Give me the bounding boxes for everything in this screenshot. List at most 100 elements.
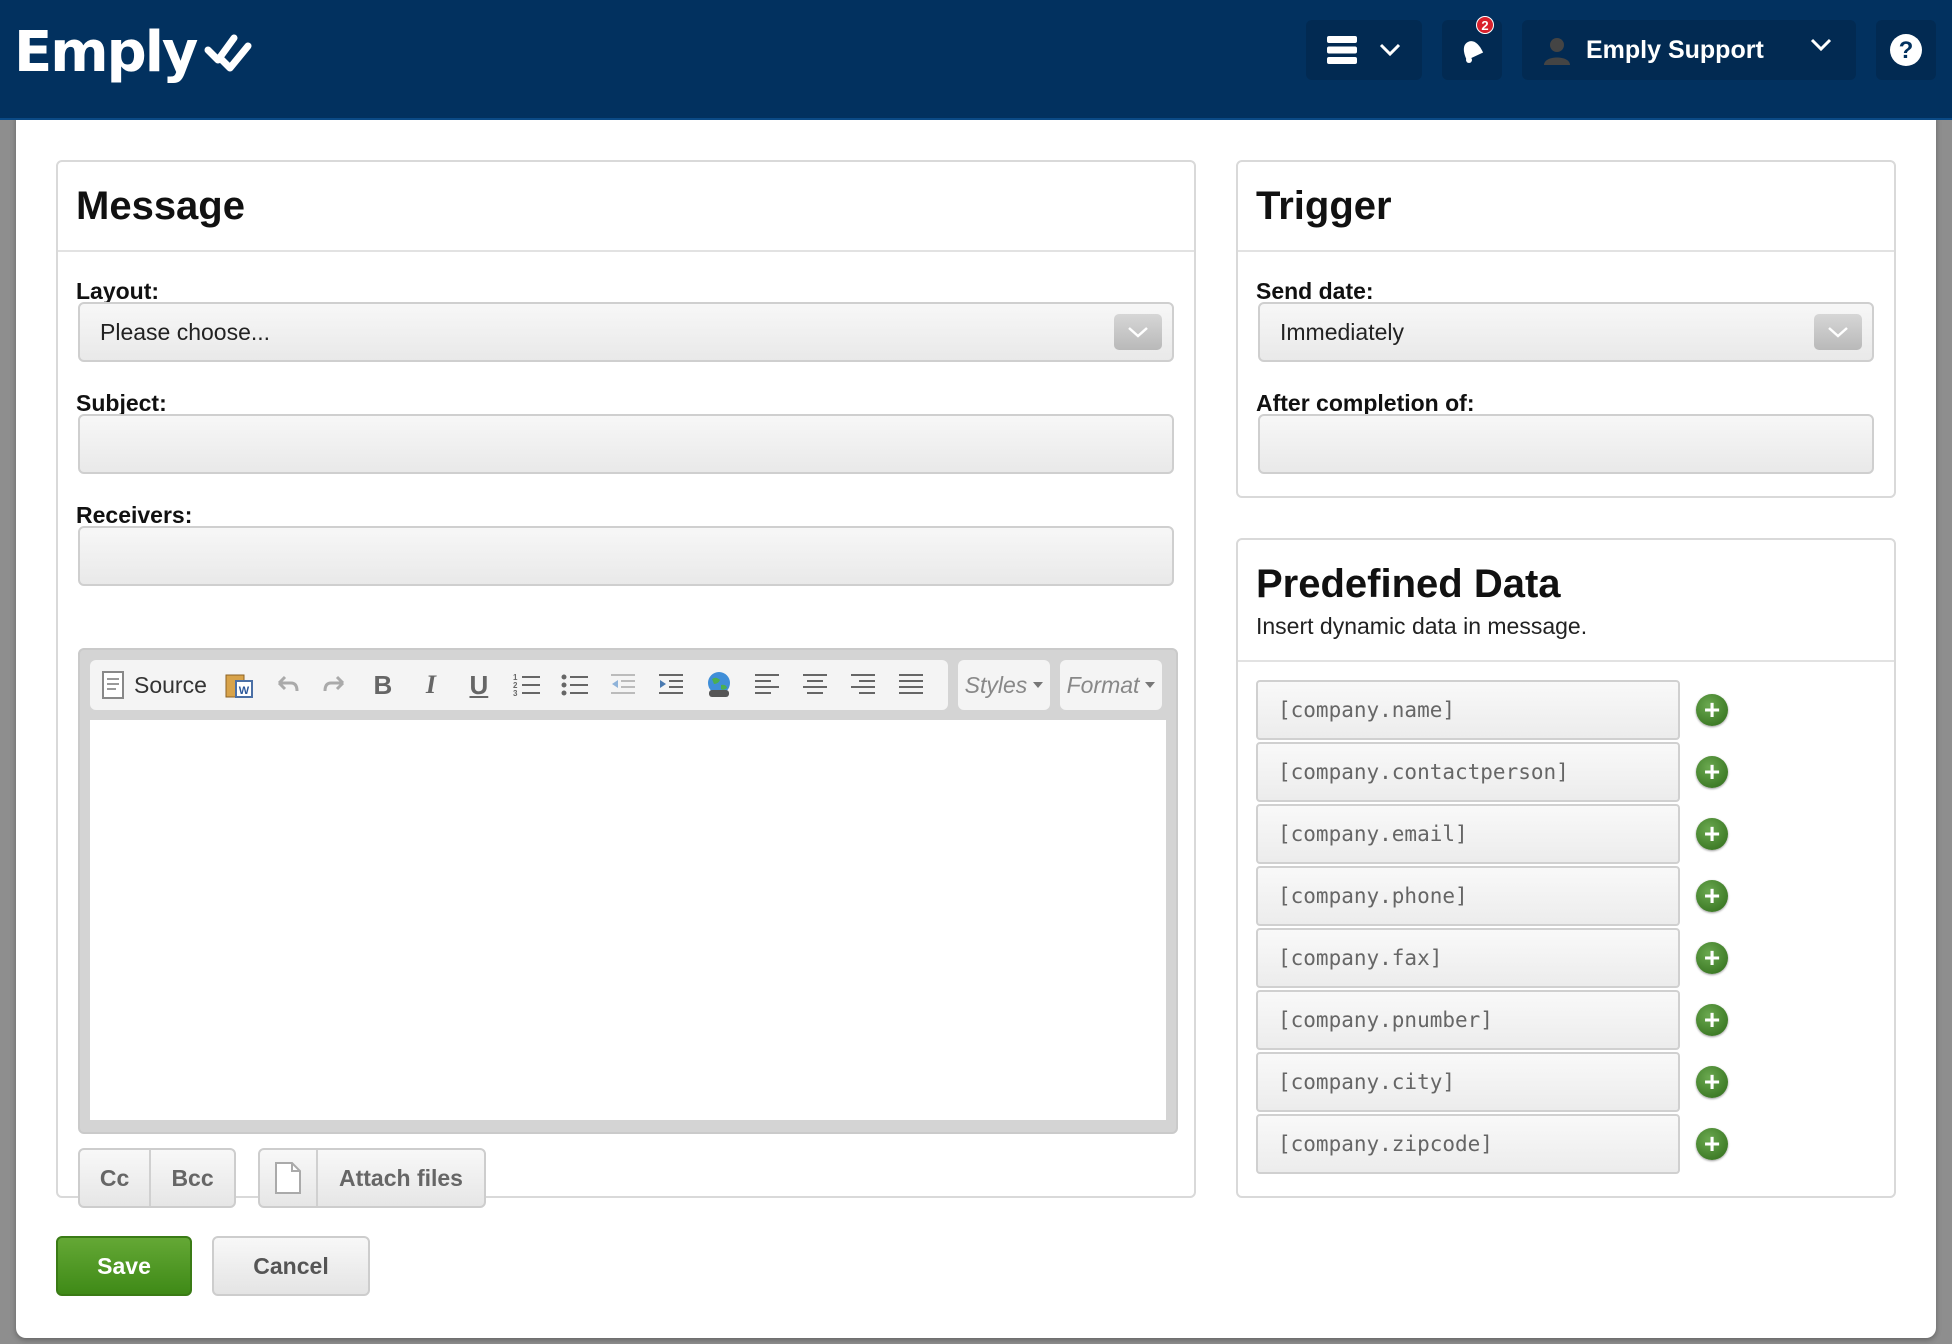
redo-button[interactable] bbox=[311, 663, 359, 707]
after-completion-input[interactable] bbox=[1280, 416, 1872, 472]
predefined-item: [company.phone] + bbox=[1256, 866, 1736, 926]
predefined-token[interactable]: [company.pnumber] bbox=[1256, 990, 1680, 1050]
content-sheet: Message Layout: Please choose... Subject… bbox=[16, 116, 1936, 1338]
justify-button[interactable] bbox=[887, 663, 935, 707]
caret-down-icon bbox=[1145, 682, 1156, 688]
numbered-list-icon: 1 2 3 bbox=[513, 673, 540, 698]
caret-down-icon bbox=[1033, 682, 1044, 688]
notifications-button[interactable]: 2 bbox=[1442, 16, 1502, 80]
indent-button[interactable] bbox=[647, 663, 695, 707]
add-plus-icon[interactable]: + bbox=[1696, 694, 1728, 726]
editor-body[interactable] bbox=[90, 720, 1166, 1120]
align-left-button[interactable] bbox=[743, 663, 791, 707]
help-button[interactable]: ? bbox=[1876, 20, 1936, 80]
cc-bcc-group: Cc Bcc bbox=[78, 1148, 236, 1208]
receivers-field[interactable] bbox=[78, 526, 1174, 586]
numbered-list-button[interactable]: 1 2 3 bbox=[503, 663, 551, 707]
predefined-token[interactable]: [company.name] bbox=[1256, 680, 1680, 740]
predefined-token[interactable]: [company.contactperson] bbox=[1256, 742, 1680, 802]
predefined-token[interactable]: [company.email] bbox=[1256, 804, 1680, 864]
italic-button[interactable]: I bbox=[407, 663, 455, 707]
align-right-icon bbox=[850, 674, 875, 694]
chevron-down-icon bbox=[1810, 38, 1832, 52]
add-plus-icon[interactable]: + bbox=[1696, 1128, 1728, 1160]
cc-button[interactable]: Cc bbox=[80, 1150, 152, 1206]
subject-input[interactable] bbox=[100, 416, 1172, 472]
send-date-select[interactable]: Immediately bbox=[1258, 302, 1874, 362]
svg-text:3: 3 bbox=[513, 689, 518, 698]
predefined-token[interactable]: [company.city] bbox=[1256, 1052, 1680, 1112]
format-dropdown[interactable]: Format bbox=[1060, 660, 1162, 710]
insert-link-button[interactable] bbox=[695, 663, 743, 707]
add-plus-icon[interactable]: + bbox=[1696, 942, 1728, 974]
top-bar: Emply 2 Emply Support ? bbox=[0, 0, 1952, 120]
bcc-button[interactable]: Bcc bbox=[151, 1150, 234, 1206]
bcc-label: Bcc bbox=[171, 1164, 214, 1191]
attach-files-button[interactable]: Attach files bbox=[258, 1148, 486, 1208]
bold-button[interactable]: B bbox=[359, 663, 407, 707]
align-right-button[interactable] bbox=[839, 663, 887, 707]
file-icon bbox=[260, 1150, 318, 1206]
rich-text-editor: Source W B I U 1 2 3 Styles Format bbox=[78, 648, 1178, 1134]
send-date-value: Immediately bbox=[1280, 318, 1404, 345]
after-completion-field[interactable] bbox=[1258, 414, 1874, 474]
add-plus-icon[interactable]: + bbox=[1696, 1004, 1728, 1036]
undo-button[interactable] bbox=[263, 663, 311, 707]
predefined-subtitle: Insert dynamic data in message. bbox=[1256, 613, 1588, 639]
emply-logo[interactable]: Emply bbox=[14, 20, 252, 85]
undo-icon bbox=[277, 675, 299, 692]
predefined-token[interactable]: [company.phone] bbox=[1256, 866, 1680, 926]
align-left-icon bbox=[754, 674, 779, 694]
add-plus-icon[interactable]: + bbox=[1696, 1066, 1728, 1098]
predefined-item: [company.contactperson] + bbox=[1256, 742, 1736, 802]
svg-text:?: ? bbox=[1899, 37, 1914, 64]
predefined-item: [company.email] + bbox=[1256, 804, 1736, 864]
save-label: Save bbox=[97, 1252, 151, 1279]
outdent-button[interactable] bbox=[599, 663, 647, 707]
cancel-button[interactable]: Cancel bbox=[212, 1236, 370, 1296]
styles-dropdown[interactable]: Styles bbox=[958, 660, 1050, 710]
subject-label: Subject: bbox=[76, 390, 167, 416]
format-label: Format bbox=[1066, 671, 1140, 698]
globe-link-icon bbox=[707, 672, 730, 697]
message-panel: Message Layout: Please choose... Subject… bbox=[56, 160, 1196, 1208]
logo-check-icon bbox=[204, 34, 252, 72]
layout-label: Layout: bbox=[76, 278, 160, 304]
source-label: Source bbox=[134, 671, 207, 698]
chevron-down-icon[interactable] bbox=[1814, 314, 1862, 350]
svg-text:W: W bbox=[239, 685, 250, 697]
menu-icon bbox=[1327, 36, 1357, 64]
save-button[interactable]: Save bbox=[56, 1236, 192, 1296]
receivers-input[interactable] bbox=[100, 528, 1172, 584]
predefined-token[interactable]: [company.zipcode] bbox=[1256, 1114, 1680, 1174]
layout-select-value: Please choose... bbox=[100, 318, 271, 345]
cancel-label: Cancel bbox=[253, 1252, 329, 1279]
add-plus-icon[interactable]: + bbox=[1696, 880, 1728, 912]
predefined-item: [company.fax] + bbox=[1256, 928, 1736, 988]
underline-button[interactable]: U bbox=[455, 663, 503, 707]
add-plus-icon[interactable]: + bbox=[1696, 818, 1728, 850]
source-button[interactable]: Source bbox=[102, 663, 215, 707]
layout-select[interactable]: Please choose... bbox=[78, 302, 1174, 362]
add-plus-icon[interactable]: + bbox=[1696, 756, 1728, 788]
attach-files-label: Attach files bbox=[339, 1164, 463, 1191]
after-completion-label: After completion of: bbox=[1256, 390, 1475, 416]
bulleted-list-button[interactable] bbox=[551, 663, 599, 707]
notification-badge: 2 bbox=[1476, 16, 1494, 34]
user-name: Emply Support bbox=[1586, 35, 1764, 64]
subject-field[interactable] bbox=[78, 414, 1174, 474]
chevron-down-icon[interactable] bbox=[1114, 314, 1162, 350]
paste-from-word-button[interactable]: W bbox=[215, 663, 263, 707]
styles-label: Styles bbox=[964, 671, 1028, 698]
predefined-token[interactable]: [company.fax] bbox=[1256, 928, 1680, 988]
attach-files-label-wrap: Attach files bbox=[318, 1150, 484, 1206]
cc-label: Cc bbox=[99, 1164, 130, 1191]
bulleted-list-icon bbox=[561, 674, 588, 696]
main-menu-button[interactable] bbox=[1306, 20, 1422, 80]
message-title: Message bbox=[76, 184, 245, 228]
align-center-button[interactable] bbox=[791, 663, 839, 707]
predefined-title: Predefined Data bbox=[1256, 562, 1561, 606]
user-menu-button[interactable]: Emply Support bbox=[1522, 20, 1856, 80]
predefined-item: [company.city] + bbox=[1256, 1052, 1736, 1112]
chevron-down-icon bbox=[1379, 43, 1401, 57]
